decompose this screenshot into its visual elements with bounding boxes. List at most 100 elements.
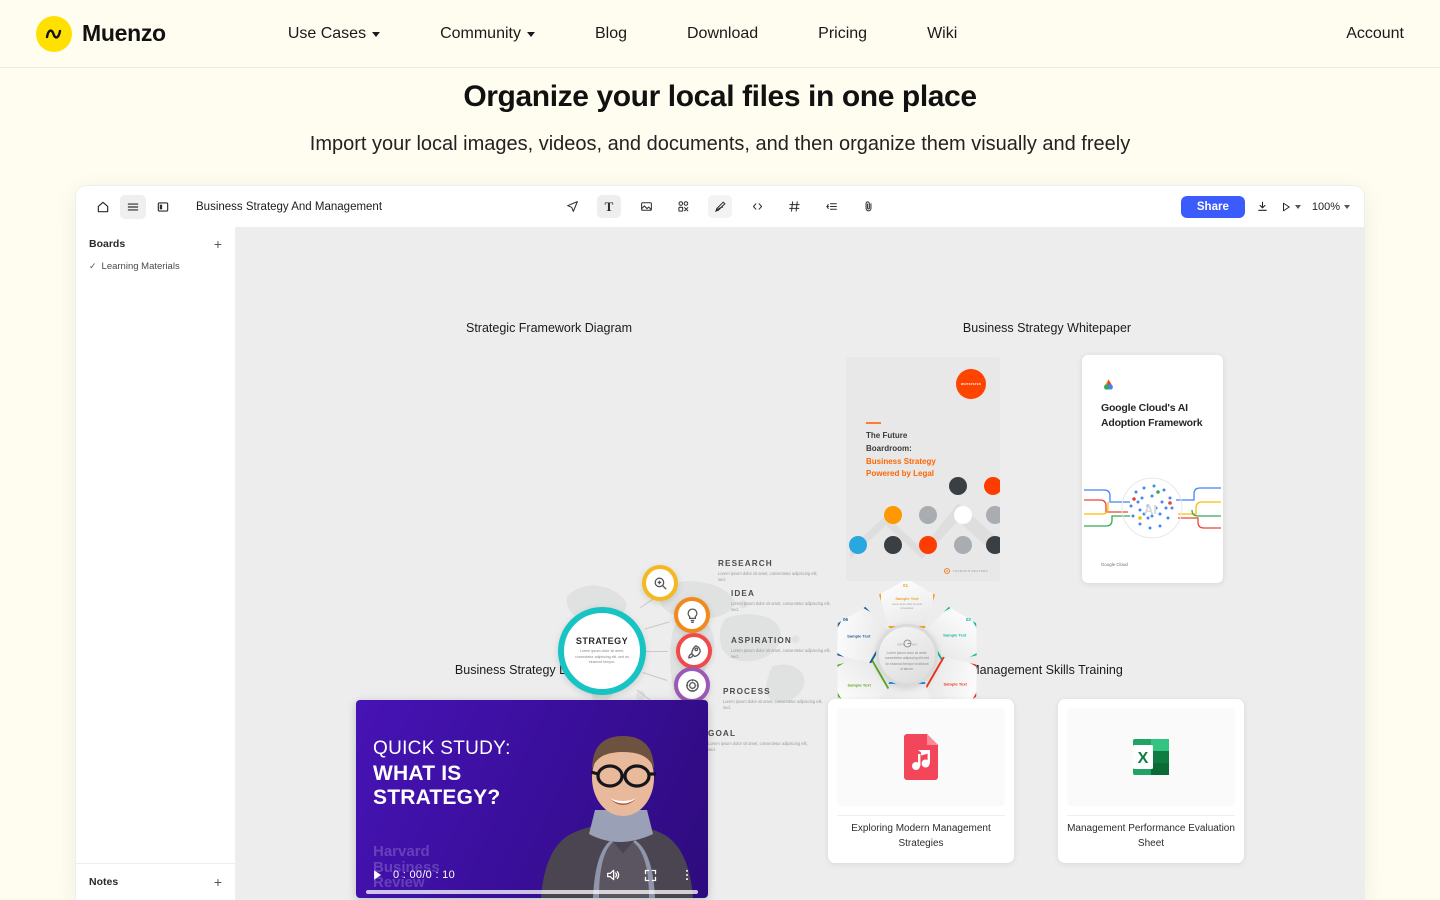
text-tool-label: T bbox=[605, 199, 614, 215]
chevron-down-icon bbox=[527, 32, 535, 37]
whitepaper-footer-label: Google Cloud bbox=[1101, 562, 1128, 567]
petal-number-02: 02 bbox=[966, 617, 971, 622]
squiggle-logo-icon bbox=[36, 16, 72, 52]
board-canvas[interactable]: Strategic Framework Diagram Business Str… bbox=[236, 227, 1364, 900]
petal-title: Sample Text bbox=[847, 682, 870, 687]
play-icon[interactable] bbox=[370, 868, 384, 882]
cursor-select-icon[interactable] bbox=[560, 195, 584, 218]
video-controls-right bbox=[605, 867, 694, 883]
nav-link-wiki[interactable]: Wiki bbox=[897, 25, 987, 43]
play-present-icon[interactable] bbox=[1280, 201, 1301, 213]
strategy-center-label: STRATEGY bbox=[576, 636, 628, 646]
chevron-down-icon bbox=[1295, 205, 1301, 209]
nav-link-blog[interactable]: Blog bbox=[565, 25, 657, 43]
frame-grid-icon[interactable] bbox=[782, 195, 806, 218]
video-title-line-1: WHAT IS bbox=[373, 762, 500, 786]
video-player[interactable]: QUICK STUDY: WHAT IS STRATEGY? HarvardBu… bbox=[356, 700, 708, 898]
home-icon[interactable] bbox=[90, 195, 116, 219]
nav-link-label: Community bbox=[440, 25, 521, 43]
title-rule bbox=[866, 422, 881, 424]
audio-file-icon bbox=[902, 734, 940, 780]
account-link[interactable]: Account bbox=[1346, 25, 1404, 43]
framework-step-research: RESEARCH Lorem ipsum dolor sit amet, con… bbox=[718, 559, 826, 584]
volume-icon[interactable] bbox=[605, 867, 621, 883]
file-thumbnail: X bbox=[1067, 708, 1235, 806]
attachment-clip-icon[interactable] bbox=[856, 195, 880, 218]
nav-link-label: Download bbox=[687, 25, 758, 43]
petal-text: Lorem ipsum dolor sit amet consectetur bbox=[890, 603, 924, 611]
add-board-button[interactable]: + bbox=[214, 237, 222, 251]
whitepaper-footer: THOMSON REUTERS bbox=[944, 568, 988, 574]
nav-link-pricing[interactable]: Pricing bbox=[788, 25, 897, 43]
connector-line bbox=[644, 651, 668, 652]
hero-section: Organize your local files in one place I… bbox=[0, 68, 1440, 156]
sidebar-item-learning-materials[interactable]: ✓ Learning Materials bbox=[89, 259, 222, 274]
petal-title: Sample Text bbox=[847, 633, 870, 638]
google-cloud-icon bbox=[1101, 377, 1116, 392]
app-sidebar: Boards + ✓ Learning Materials Notes + bbox=[76, 227, 236, 900]
svg-text:X: X bbox=[1138, 750, 1149, 767]
chevron-down-icon bbox=[1344, 205, 1350, 209]
brand-name: Muenzo bbox=[82, 20, 166, 47]
boards-header-label: Boards bbox=[89, 238, 125, 250]
section-title-whitepaper[interactable]: Business Strategy Whitepaper bbox=[963, 321, 1131, 335]
share-button[interactable]: Share bbox=[1181, 196, 1245, 218]
pen-draw-icon[interactable] bbox=[708, 195, 732, 218]
menu-icon[interactable] bbox=[120, 195, 146, 219]
more-vertical-icon[interactable] bbox=[680, 868, 694, 882]
document-title[interactable]: Business Strategy And Management bbox=[196, 201, 382, 213]
video-title: WHAT IS STRATEGY? bbox=[373, 762, 500, 811]
fullscreen-icon[interactable] bbox=[643, 868, 658, 883]
toolbar-right-group: Share 100% bbox=[1181, 196, 1350, 218]
nav-link-label: Blog bbox=[595, 25, 627, 43]
excel-file-icon: X bbox=[1130, 736, 1172, 778]
whitepaper-badge: WHITEPAPER bbox=[956, 369, 986, 399]
file-card-audio[interactable]: Exploring Modern Management Strategies bbox=[828, 699, 1014, 863]
file-card-excel[interactable]: X Management Performance Evaluation Shee… bbox=[1058, 699, 1244, 863]
code-embed-icon[interactable] bbox=[745, 195, 769, 218]
video-controls: 0 : 00/0 : 10 bbox=[356, 862, 708, 888]
text-tool-icon[interactable]: T bbox=[597, 195, 621, 218]
nav-link-use-cases[interactable]: Use Cases bbox=[258, 25, 410, 43]
download-icon[interactable] bbox=[1256, 200, 1269, 213]
nav-link-download[interactable]: Download bbox=[657, 25, 788, 43]
app-body: Boards + ✓ Learning Materials Notes + St… bbox=[76, 227, 1364, 900]
framework-step-aspiration: ASPIRATION Lorem ipsum dolor sit amet, c… bbox=[731, 636, 839, 661]
page-title: Organize your local files in one place bbox=[0, 74, 1440, 120]
video-progress-bar[interactable] bbox=[366, 890, 698, 894]
nav-link-community[interactable]: Community bbox=[410, 25, 565, 43]
rocket-icon bbox=[676, 633, 712, 669]
zoom-level-label: 100% bbox=[1312, 201, 1340, 213]
whitepaper-title: Google Cloud's AI Adoption Framework bbox=[1101, 401, 1223, 431]
notes-header: Notes + bbox=[89, 875, 222, 889]
boards-header: Boards + bbox=[89, 237, 222, 251]
zoom-level-selector[interactable]: 100% bbox=[1312, 201, 1350, 213]
chevron-down-icon bbox=[372, 32, 380, 37]
petal-number-01: 01 bbox=[903, 583, 908, 588]
hexagon-core: INFO HIC Lorem ipsum dolor sit amet, con… bbox=[876, 624, 938, 686]
whitepaper-card-thomson-reuters[interactable]: WHITEPAPER The Future Boardroom: Busines… bbox=[846, 357, 1000, 581]
list-indent-icon[interactable] bbox=[819, 195, 843, 218]
toolbar-tools: T bbox=[560, 195, 880, 218]
section-title-framework[interactable]: Strategic Framework Diagram bbox=[466, 321, 632, 335]
brand-logo[interactable]: Muenzo bbox=[36, 16, 166, 52]
image-tool-icon[interactable] bbox=[634, 195, 658, 218]
whitepaper-dot-chart bbox=[846, 463, 1000, 563]
add-note-button[interactable]: + bbox=[214, 875, 222, 889]
video-time: 0 : 00/0 : 10 bbox=[393, 869, 455, 881]
strategy-center-node: STRATEGY Lorem ipsum dolor sit amet, con… bbox=[558, 607, 646, 695]
framework-step-idea: IDEA Lorem ipsum dolor sit amet, consect… bbox=[731, 589, 839, 614]
step-title: PROCESS bbox=[723, 687, 831, 696]
nav-link-label: Pricing bbox=[818, 25, 867, 43]
video-overline: QUICK STUDY: bbox=[373, 738, 511, 760]
panel-icon[interactable] bbox=[150, 195, 176, 219]
svg-text:AI: AI bbox=[1144, 502, 1157, 517]
sidebar-item-label: Learning Materials bbox=[102, 261, 180, 272]
magnifier-icon bbox=[642, 565, 678, 601]
whitepaper-card-google-cloud[interactable]: Google Cloud's AI Adoption Framework bbox=[1082, 355, 1223, 583]
whitepaper-title-line-1: The Future bbox=[866, 430, 936, 443]
step-text: Lorem ipsum dolor sit amet, consectetur … bbox=[731, 601, 839, 614]
shapes-tool-icon[interactable] bbox=[671, 195, 695, 218]
petal-title: Sample Text bbox=[895, 596, 918, 601]
lightbulb-icon bbox=[674, 597, 710, 633]
